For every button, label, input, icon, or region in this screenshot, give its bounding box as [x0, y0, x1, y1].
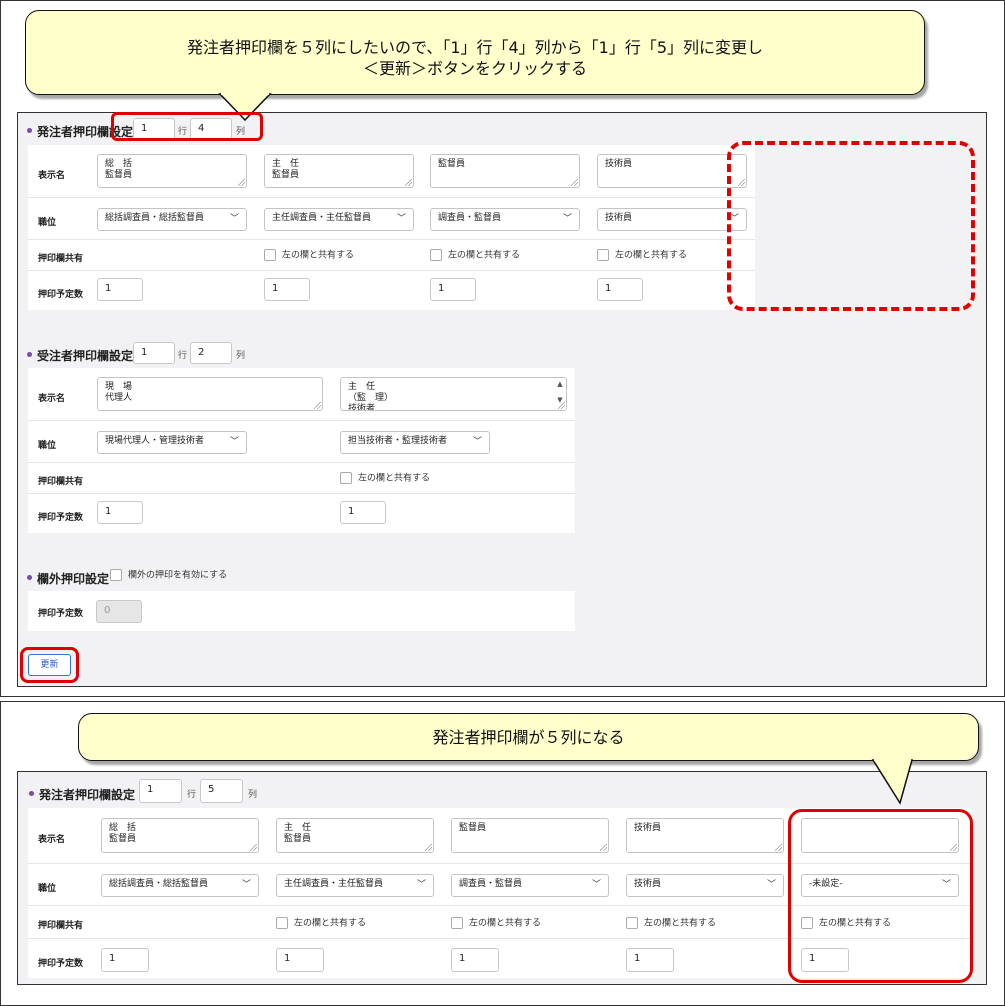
display-name-textarea[interactable]: 主 任 監督員 — [276, 818, 434, 853]
planned-count-input[interactable]: 1 — [264, 278, 310, 301]
position-select[interactable]: 調査員・監督員 ﹀ — [451, 874, 609, 897]
chevron-down-icon: ﹀ — [229, 214, 239, 224]
chevron-down-icon: ﹀ — [241, 880, 251, 890]
outside-table: 押印予定数 0 — [28, 591, 575, 631]
bullet-icon — [29, 791, 34, 796]
outside-planned-input: 0 — [96, 600, 142, 623]
display-name-textarea[interactable]: 技術員 — [626, 818, 784, 853]
share-checkbox[interactable]: 左の欄と共有する — [340, 472, 430, 485]
chevron-down-icon: ﹀ — [416, 880, 426, 890]
bullet-icon — [27, 352, 32, 357]
chevron-down-icon: ﹀ — [229, 437, 239, 447]
contractor-table: 表示名 職位 押印欄共有 押印予定数 現 場 代理人 現場代理人・管理技術者 ﹀ … — [28, 368, 575, 533]
bullet-icon — [27, 128, 32, 133]
row-label-planned: 押印欄共有 — [38, 921, 84, 931]
rows-unit: 行 — [178, 351, 188, 361]
contractor-cols-input[interactable]: 2 — [190, 342, 232, 364]
share-checkbox[interactable]: 左の欄と共有する — [430, 249, 520, 262]
display-name-textarea[interactable]: 主 任 （監 理） 技術者 ▲ ▼ — [340, 377, 567, 411]
cols-unit: 列 — [248, 790, 258, 800]
share-checkbox[interactable]: 左の欄と共有する — [264, 249, 354, 262]
orderer-rows-input[interactable]: 1 — [139, 779, 182, 803]
row-label-position: 職位 — [38, 441, 57, 451]
position-select[interactable]: 主任調査員・主任監督員 ﹀ — [264, 208, 414, 231]
planned-count-input[interactable]: 1 — [430, 278, 476, 301]
display-name-textarea[interactable]: 監督員 — [430, 154, 580, 188]
result-text: 発注者押印欄が５列になる — [432, 728, 625, 747]
instruction-callout: 発注者押印欄を５列にしたいので、「1」行「4」列から「1」行「5」列に変更し ＜… — [25, 10, 925, 95]
contractor-rows-input[interactable]: 1 — [133, 342, 175, 364]
row-divider — [28, 493, 575, 494]
position-select[interactable]: 技術員 ﹀ — [626, 874, 784, 897]
position-select[interactable]: 総括調査員・総括監督員 ﹀ — [97, 208, 247, 231]
planned-count-input[interactable]: 1 — [626, 948, 674, 972]
display-name-textarea[interactable]: 総 括 監督員 — [101, 818, 259, 853]
row-label-position: 職位 — [38, 218, 57, 228]
instruction-line-2: ＜更新＞ボタンをクリックする — [362, 59, 587, 78]
position-select[interactable]: 主任調査員・主任監督員 ﹀ — [276, 874, 434, 897]
row-label-share: 押印欄共有 — [38, 254, 84, 264]
highlight-new-column — [788, 809, 973, 983]
bullet-icon — [27, 575, 32, 580]
result-callout: 発注者押印欄が５列になる — [78, 713, 979, 761]
row-label-display-name: 表示名 — [38, 835, 66, 845]
outside-section-title: 欄外押印設定 — [27, 570, 109, 587]
orderer-section-title: 発注者押印欄設定 — [29, 786, 135, 803]
position-select[interactable]: 総括調査員・総括監督員 ﹀ — [101, 874, 259, 897]
display-name-textarea[interactable]: 現 場 代理人 — [97, 377, 323, 411]
chevron-down-icon: ﹀ — [472, 437, 482, 447]
chevron-down-icon: ﹀ — [766, 880, 776, 890]
share-checkbox[interactable]: 左の欄と共有する — [626, 917, 716, 930]
share-checkbox[interactable]: 左の欄と共有する — [451, 917, 541, 930]
highlight-new-column-area — [727, 141, 975, 311]
position-select[interactable]: 技術員 ﹀ — [597, 208, 747, 231]
planned-count-input[interactable]: 1 — [101, 948, 149, 972]
highlight-update-button — [20, 647, 79, 683]
row-label-share: 押印欄共有 — [38, 477, 84, 487]
share-checkbox[interactable]: 左の欄と共有する — [276, 917, 366, 930]
row-label-planned: 押印予定数 — [38, 959, 84, 969]
display-name-textarea[interactable]: 監督員 — [451, 818, 609, 853]
orderer-table-before: 表示名 職位 押印欄共有 押印予定数 総 括 監督員 総括調査員・総括監督員 ﹀ … — [28, 145, 755, 310]
chevron-down-icon: ﹀ — [396, 214, 406, 224]
row-label-display-name: 表示名 — [38, 171, 66, 181]
planned-count-input[interactable]: 1 — [340, 501, 386, 524]
row-divider — [28, 197, 755, 198]
chevron-down-icon: ﹀ — [562, 214, 572, 224]
display-name-textarea[interactable]: 主 任 監督員 — [264, 154, 414, 188]
position-select[interactable]: 担当技術者・監理技術者 ﹀ — [340, 431, 490, 454]
planned-count-input[interactable]: 1 — [276, 948, 324, 972]
display-name-textarea[interactable]: 技術員 — [597, 154, 747, 188]
chevron-down-icon: ﹀ — [591, 880, 601, 890]
cols-unit: 列 — [236, 351, 246, 361]
rows-unit: 行 — [187, 790, 197, 800]
outside-enable-checkbox[interactable]: 欄外の押印を有効にする — [110, 569, 227, 582]
row-label-planned: 押印予定数 — [38, 513, 84, 523]
highlight-rows-cols — [111, 112, 263, 141]
planned-count-input[interactable]: 1 — [597, 278, 643, 301]
row-label-display-name: 表示名 — [38, 394, 66, 404]
row-divider — [28, 270, 755, 271]
display-name-textarea[interactable]: 総 括 監督員 — [97, 154, 247, 188]
row-divider — [28, 462, 575, 463]
position-select[interactable]: 現場代理人・管理技術者 ﹀ — [97, 431, 247, 454]
row-divider — [28, 420, 575, 421]
row-label-planned: 押印予定数 — [38, 290, 84, 300]
row-divider — [28, 239, 755, 240]
contractor-section-title: 受注者押印欄設定 — [27, 347, 133, 364]
instruction-line-1: 発注者押印欄を５列にしたいので、「1」行「4」列から「1」行「5」列に変更し — [186, 38, 764, 57]
textarea-scrollbar[interactable]: ▲ ▼ — [556, 380, 564, 404]
row-label-planned: 押印予定数 — [38, 609, 84, 619]
row-label-position: 職位 — [38, 884, 57, 894]
planned-count-input[interactable]: 1 — [97, 501, 143, 524]
planned-count-input[interactable]: 1 — [451, 948, 499, 972]
position-select[interactable]: 調査員・監督員 ﹀ — [430, 208, 580, 231]
share-checkbox[interactable]: 左の欄と共有する — [597, 249, 687, 262]
callout-pointer — [871, 759, 913, 805]
orderer-cols-input[interactable]: 5 — [200, 779, 243, 803]
planned-count-input[interactable]: 1 — [97, 278, 143, 301]
